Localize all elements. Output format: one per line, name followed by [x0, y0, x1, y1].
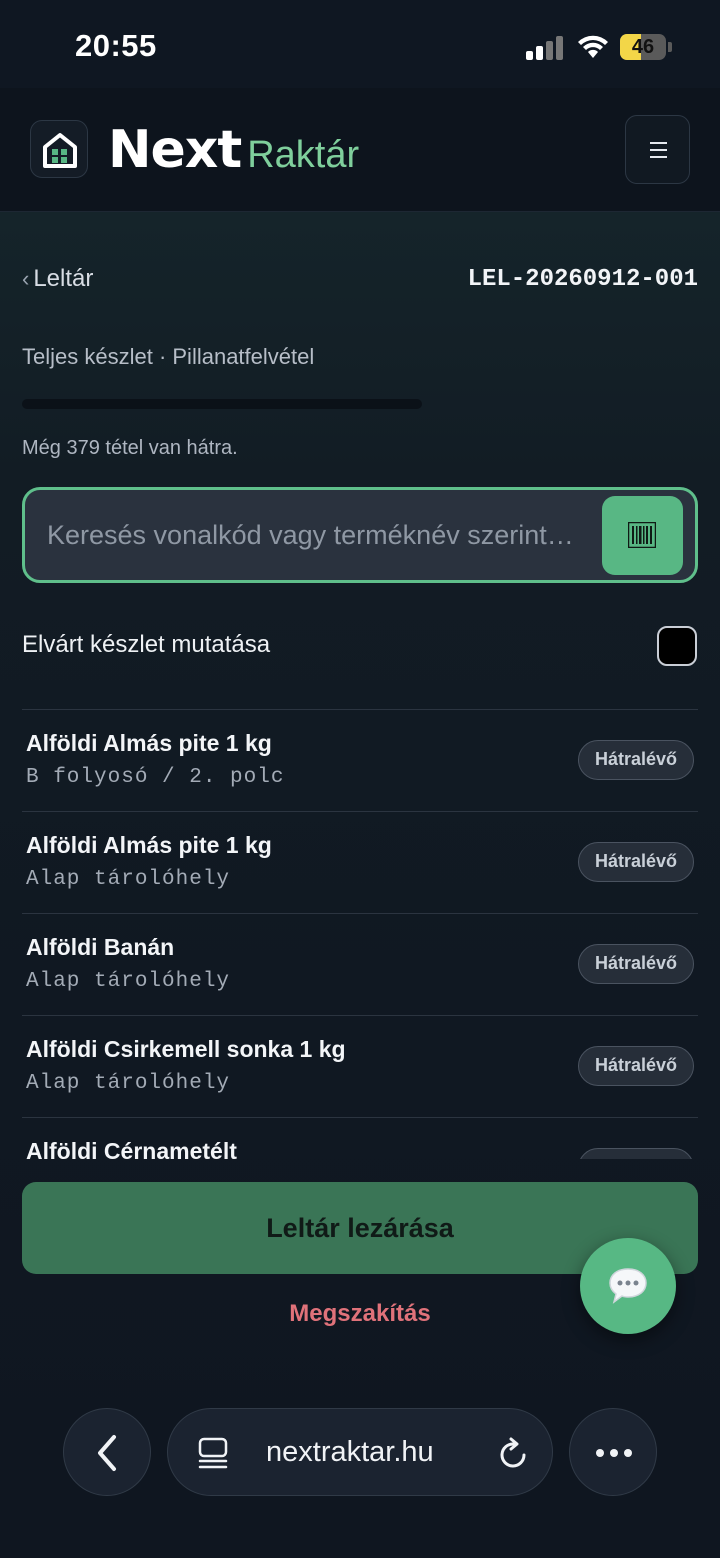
back-label: Leltár: [33, 265, 94, 292]
reload-icon[interactable]: [498, 1436, 530, 1470]
chat-button[interactable]: [580, 1238, 676, 1334]
browser-address-bar[interactable]: nextraktar.hu: [167, 1408, 553, 1496]
battery-icon: 46: [620, 34, 672, 60]
list-item[interactable]: Alföldi Almás pite 1 kg B folyosó / 2. po…: [22, 710, 698, 812]
list-item[interactable]: Alföldi Csirkemell sonka 1 kg Alap tároló…: [22, 1016, 698, 1118]
browser-more-button[interactable]: [569, 1408, 657, 1496]
logo-secondary: Raktár: [247, 134, 360, 176]
logo-primary: Next: [108, 120, 242, 180]
barcode-scan-button[interactable]: [602, 496, 683, 575]
wifi-icon: [577, 34, 609, 60]
item-location: Alap tárolóhely: [26, 868, 231, 891]
list-item[interactable]: Alföldi Banán Alap tárolóhely Hátralévő: [22, 914, 698, 1016]
more-icon: [596, 1449, 632, 1457]
search-box: [22, 487, 698, 583]
status-bar: 20:55 46: [0, 0, 720, 88]
status-badge: Hátralévő: [577, 740, 694, 780]
app-header: Next Raktár: [0, 88, 720, 212]
status-badge: Hátralévő: [577, 842, 694, 882]
status-time: 20:55: [75, 28, 157, 63]
back-arrow-icon: [98, 1435, 116, 1471]
hamburger-menu-icon: [650, 142, 667, 144]
item-name: Alföldi Csirkemell sonka 1 kg: [26, 1036, 346, 1062]
list-item[interactable]: Alföldi Almás pite 1 kg Alap tárolóhely Há…: [22, 812, 698, 914]
chat-bubble-icon: [609, 1268, 647, 1304]
item-list: Alföldi Almás pite 1 kg B folyosó / 2. po…: [22, 709, 698, 1159]
remaining-count: Még 379 tétel van hátra.: [22, 437, 238, 459]
status-badge: Hátralévő: [577, 1046, 694, 1086]
item-name: Alföldi Almás pite 1 kg: [26, 730, 272, 756]
list-item[interactable]: Alföldi CérnametéltAlap tárolóhelyHátral…: [22, 1118, 698, 1159]
search-input[interactable]: [47, 512, 587, 558]
item-location: Alap tárolóhely: [26, 970, 231, 993]
app-logo: Next Raktár: [108, 122, 359, 178]
expected-stock-label: Elvárt készlet mutatása: [22, 631, 271, 658]
barcode-icon: [628, 522, 656, 548]
item-name: Alföldi Banán: [26, 934, 175, 960]
chevron-left-icon: ‹: [22, 266, 30, 291]
browser-back-button[interactable]: [63, 1408, 151, 1496]
item-name: Alföldi Cérnametélt: [26, 1138, 237, 1159]
expected-stock-checkbox[interactable]: [657, 626, 697, 666]
cellular-signal-icon: [526, 36, 564, 60]
back-link[interactable]: ‹ Leltár: [22, 265, 93, 293]
hamburger-menu-button[interactable]: [625, 115, 690, 184]
home-warehouse-icon[interactable]: [30, 120, 88, 178]
progress-bar: [22, 399, 422, 409]
item-location: B folyosó / 2. polc: [26, 766, 285, 789]
item-location: Alap tárolóhely: [26, 1072, 231, 1095]
tabs-icon: [198, 1437, 228, 1469]
item-name: Alföldi Almás pite 1 kg: [26, 832, 272, 858]
document-id: LEL-20260912-001: [467, 266, 698, 293]
inventory-subtitle: Teljes készlet · Pillanatfelvétel: [22, 344, 315, 369]
browser-url: nextraktar.hu: [266, 1436, 434, 1468]
status-badge: Hátralévő: [577, 944, 694, 984]
status-badge: Hátralévő: [577, 1148, 694, 1159]
battery-level: 46: [631, 36, 655, 58]
